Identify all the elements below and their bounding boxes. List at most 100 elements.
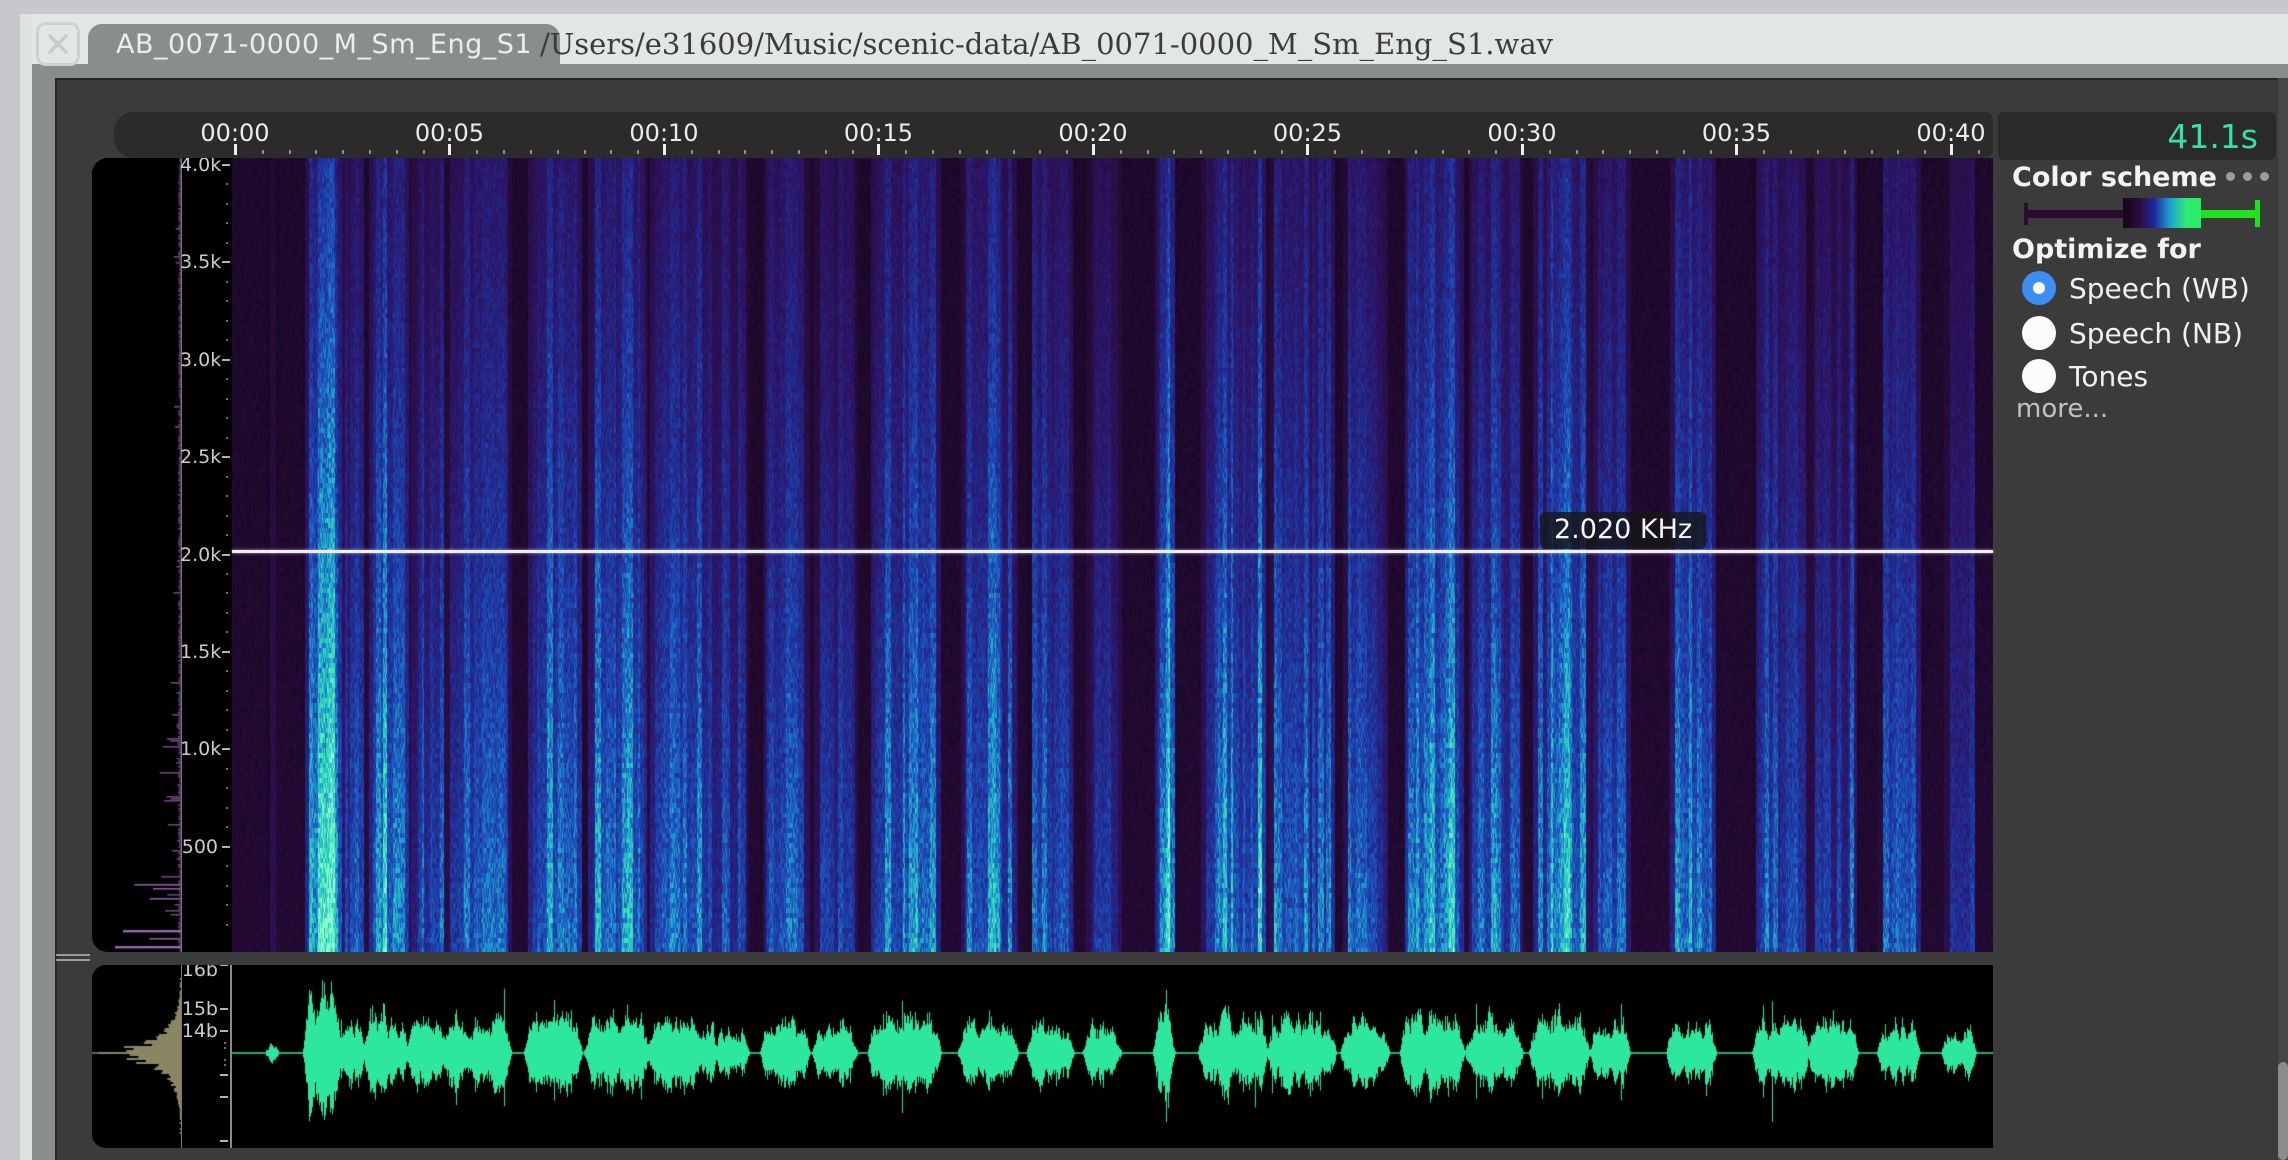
tab-active[interactable]: AB_0071-0000_M_Sm_Eng_S1 [88, 24, 560, 64]
radio-speech-nb[interactable]: Speech (NB) [2022, 313, 2243, 353]
timeline-tick-label: 00:40 [1906, 119, 1993, 147]
radio-unselected-icon[interactable] [2022, 359, 2056, 393]
freq-minor-tick [226, 476, 228, 478]
timeline-minor-tick [1656, 150, 1658, 154]
timeline-minor-tick [476, 150, 478, 154]
radio-unselected-icon[interactable] [2022, 316, 2056, 350]
colormap-gradient-handle[interactable] [2123, 198, 2201, 228]
timeline-tick-label: 00:25 [1263, 119, 1353, 147]
timeline-minor-tick [986, 150, 988, 154]
timeline-minor-tick [798, 150, 800, 154]
freq-tick [222, 456, 230, 458]
timeline-tick-label: 00:15 [834, 119, 924, 147]
timeline-minor-tick [1629, 150, 1631, 154]
timeline-tick-label: 00:35 [1692, 119, 1782, 147]
optimize-for-label: Optimize for [2012, 234, 2201, 266]
bit-tick-label: 16b [180, 965, 218, 981]
timeline-minor-tick [1549, 150, 1551, 154]
timeline-major-tick [448, 144, 451, 155]
timeline-minor-tick [1871, 150, 1873, 154]
timeline-minor-tick [1334, 150, 1336, 154]
timeline-minor-tick [1361, 150, 1363, 154]
freq-minor-tick [226, 495, 228, 497]
freq-tick [222, 164, 230, 166]
more-link[interactable]: more... [2016, 394, 2108, 424]
freq-minor-tick [226, 300, 228, 302]
radio-speech-wb[interactable]: Speech (WB) [2022, 268, 2250, 308]
timeline-minor-tick [1924, 150, 1926, 154]
freq-minor-tick [226, 437, 228, 439]
ellipsis-icon [2226, 172, 2235, 181]
timeline-minor-tick [530, 150, 532, 154]
timeline-minor-tick [1844, 150, 1846, 154]
freq-tick-label: 500 [180, 836, 218, 858]
radio-selected-icon[interactable] [2022, 271, 2056, 305]
spectrum-overview[interactable] [92, 158, 181, 952]
timeline-minor-tick [852, 150, 854, 154]
bit-tick-label: 14b [180, 1020, 218, 1042]
timeline-major-tick [1521, 144, 1524, 155]
waveform-canvas[interactable] [232, 965, 1993, 1148]
waveform-panel: 16b15b14b [92, 965, 1993, 1148]
bit-minor-tick [224, 1059, 226, 1061]
timeline-minor-tick [1039, 150, 1041, 154]
timeline-minor-tick [1254, 150, 1256, 154]
amplitude-histogram[interactable] [92, 965, 181, 1148]
radio-label: Speech (WB) [2069, 272, 2250, 305]
timeline-minor-tick [1200, 150, 1202, 154]
timeline-tick-label: 00:20 [1048, 119, 1138, 147]
bit-minor-tick [224, 1042, 226, 1044]
freq-minor-tick [226, 203, 228, 205]
timeline-major-tick [663, 144, 666, 155]
spectrogram-canvas[interactable] [232, 158, 1993, 952]
timeline-minor-tick [825, 150, 827, 154]
timeline-minor-tick [1897, 150, 1899, 154]
timeline-minor-tick [1978, 150, 1980, 154]
scrollbar-track[interactable] [2278, 78, 2288, 1160]
bit-minor-tick [224, 1064, 226, 1066]
timeline-tick-label: 00:10 [619, 119, 709, 147]
freq-minor-tick [226, 222, 228, 224]
slider-low-track [2024, 210, 2124, 218]
ellipsis-icon [2243, 172, 2252, 181]
timeline-minor-tick [1495, 150, 1497, 154]
freq-minor-tick [226, 515, 228, 517]
timeline-minor-tick [718, 150, 720, 154]
ellipsis-icon [2260, 172, 2269, 181]
panel-divider [181, 965, 182, 1148]
freq-tick-label: 3.5k [180, 251, 218, 273]
timeline-tick-label: 00:30 [1477, 119, 1567, 147]
panel-splitter[interactable] [56, 954, 90, 963]
scrollbar-thumb[interactable] [2278, 1062, 2288, 1160]
freq-tick [222, 846, 230, 848]
radio-tones[interactable]: Tones [2022, 356, 2148, 396]
frequency-cursor-line[interactable] [232, 550, 1993, 553]
duration-readout: 41.1s [1998, 112, 2276, 160]
close-tab-button[interactable] [36, 22, 80, 66]
timeline-minor-tick [1468, 150, 1470, 154]
timeline-minor-tick [1602, 150, 1604, 154]
freq-minor-tick [226, 592, 228, 594]
freq-minor-tick [226, 885, 228, 887]
timeline-minor-tick [691, 150, 693, 154]
timeline-minor-tick [1227, 150, 1229, 154]
timeline-minor-tick [423, 150, 425, 154]
timeline-minor-tick [1817, 150, 1819, 154]
freq-minor-tick [226, 183, 228, 185]
freq-minor-tick [226, 670, 228, 672]
timeline-minor-tick [744, 150, 746, 154]
freq-minor-tick [226, 339, 228, 341]
timeline-major-tick [877, 144, 880, 155]
slider-high-track [2201, 210, 2257, 218]
timeline-minor-tick [1576, 150, 1578, 154]
freq-minor-tick [226, 534, 228, 536]
timeline-major-tick [1306, 144, 1309, 155]
timeline-minor-tick [289, 150, 291, 154]
color-scheme-menu-button[interactable] [2226, 172, 2269, 181]
freq-minor-tick [226, 281, 228, 283]
timeline-minor-tick [1013, 150, 1015, 154]
colormap-slider[interactable] [2022, 196, 2262, 232]
timeline-minor-tick [557, 150, 559, 154]
timeline-ruler[interactable]: 00:0000:0500:1000:1500:2000:2500:3000:35… [114, 112, 1993, 158]
radio-label: Speech (NB) [2069, 317, 2243, 350]
